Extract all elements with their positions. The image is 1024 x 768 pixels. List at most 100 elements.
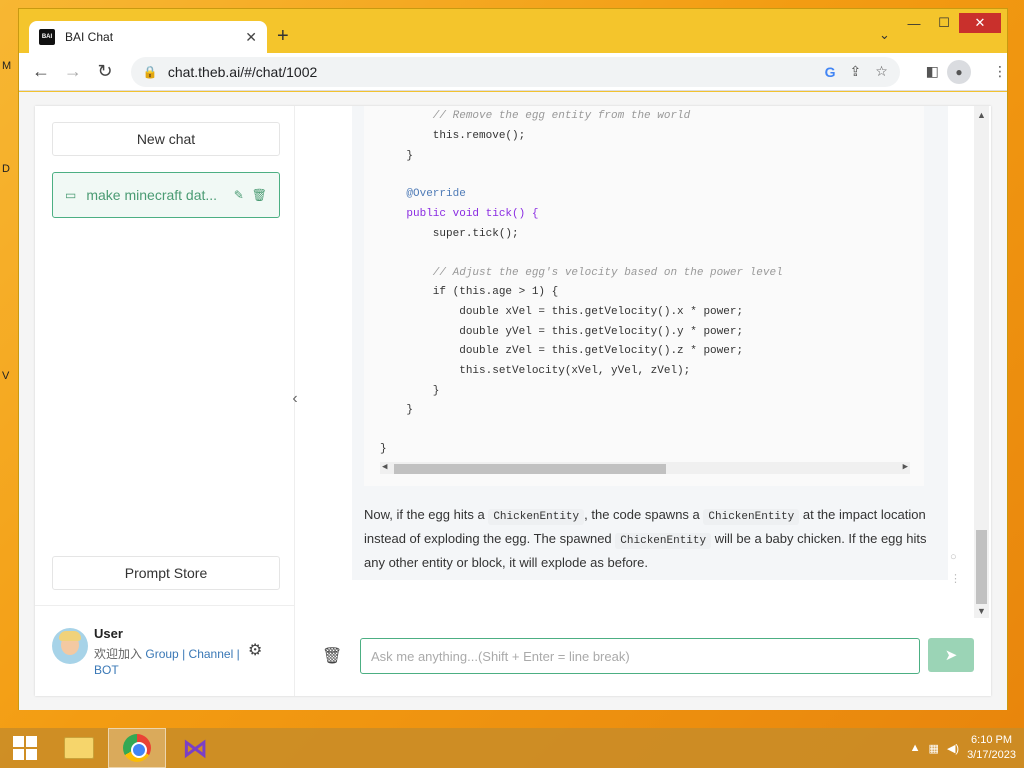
google-icon[interactable]: G <box>825 64 836 80</box>
delete-trash-icon[interactable]: 🗑 <box>252 188 267 202</box>
group-link[interactable]: Group <box>145 647 178 661</box>
browser-tab[interactable]: BAI BAI Chat ✕ <box>29 21 267 53</box>
edit-pencil-icon[interactable]: ✎ <box>234 188 244 202</box>
inline-code: ChickenEntity <box>703 509 800 525</box>
settings-gear-icon[interactable]: ⚙ <box>248 640 262 660</box>
message-actions: ○ ⋮ <box>950 546 961 590</box>
scroll-left-arrow-icon[interactable]: ◀ <box>382 462 387 472</box>
forward-arrow-icon[interactable]: → <box>57 56 89 88</box>
desktop-icon-label: D <box>2 163 10 175</box>
code-line: // Remove the egg entity from the world <box>380 110 691 122</box>
message-text: Now, if the egg hits a ChickenEntity, th… <box>364 507 927 570</box>
page-content: New chat ▭ make minecraft dat... ✎ 🗑 Pro… <box>19 92 1007 710</box>
scroll-right-arrow-icon[interactable]: ▶ <box>903 462 908 472</box>
network-icon[interactable]: ▦ <box>929 742 939 755</box>
chat-item-label: make minecraft dat... <box>86 187 218 203</box>
file-explorer-icon[interactable] <box>50 728 108 768</box>
more-options-icon[interactable]: ⋮ <box>950 568 961 590</box>
start-button[interactable] <box>0 728 50 768</box>
code-line: super.tick(); <box>380 228 519 240</box>
address-bar[interactable]: 🔒 chat.theb.ai/#/chat/1002 G ⇪ ☆ <box>130 56 900 87</box>
clock-time: 6:10 PM <box>971 734 1013 746</box>
profile-avatar-icon[interactable]: ● <box>947 59 971 84</box>
assistant-message: // Remove the egg entity from the world … <box>352 106 948 580</box>
close-window-button[interactable]: ✕ <box>959 13 1001 33</box>
share-icon[interactable]: ⇪ <box>849 63 861 80</box>
lock-icon[interactable]: 🔒 <box>143 65 158 79</box>
system-tray: ▲ ▦ ◀) 6:10 PM 3/17/2023 <box>910 728 1016 768</box>
chat-bubble-icon: ▭ <box>65 188 77 202</box>
volume-icon[interactable]: ◀) <box>947 742 959 755</box>
code-line: } <box>380 443 387 455</box>
tab-favicon-icon: BAI <box>39 29 55 45</box>
avatar[interactable] <box>52 628 88 664</box>
link-separator: | <box>182 647 186 661</box>
code-line: if (this.age > 1) { <box>380 286 559 298</box>
code-line: this.remove(); <box>380 130 526 142</box>
link-separator: | <box>236 647 240 661</box>
browser-toolbar: ← → ↻ 🔒 chat.theb.ai/#/chat/1002 G ⇪ ☆ ◧… <box>19 53 1007 91</box>
user-community-links: 欢迎加入 Group | Channel | BOT <box>94 646 244 678</box>
code-line: // Adjust the egg's velocity based on th… <box>380 267 783 279</box>
chat-list-item[interactable]: ▭ make minecraft dat... ✎ 🗑 <box>52 172 280 218</box>
code-line: this.setVelocity(xVel, yVel, zVel); <box>380 365 691 377</box>
prompt-store-button[interactable]: Prompt Store <box>52 556 280 590</box>
code-line: } <box>380 385 440 397</box>
visual-studio-icon[interactable]: ⋈ <box>166 728 224 768</box>
chrome-taskbar-icon[interactable] <box>108 728 166 768</box>
code-block: // Remove the egg entity from the world … <box>364 106 924 486</box>
taskbar: ⋈ ▲ ▦ ◀) 6:10 PM 3/17/2023 <box>0 728 1024 768</box>
clear-chat-trash-icon[interactable]: 🗑 <box>322 646 342 666</box>
welcome-text: 欢迎加入 <box>94 647 143 661</box>
minimize-button[interactable]: — <box>899 13 929 33</box>
clock-date: 3/17/2023 <box>967 749 1016 761</box>
scroll-down-arrow-icon[interactable]: ▼ <box>977 606 986 616</box>
channel-link[interactable]: Channel <box>189 647 234 661</box>
reload-icon[interactable]: ↻ <box>89 56 121 88</box>
maximize-button[interactable]: ☐ <box>929 13 959 33</box>
desktop-icon-label: V <box>2 370 10 382</box>
user-name: User <box>94 626 123 641</box>
horizontal-scrollbar[interactable]: ◀ ▶ <box>380 462 910 474</box>
new-chat-button[interactable]: New chat <box>52 122 280 156</box>
code-line: @Override <box>380 188 466 200</box>
clock[interactable]: 6:10 PM 3/17/2023 <box>967 733 1016 763</box>
browser-titlebar: BAI BAI Chat ✕ + ⌄ — ☐ ✕ <box>19 9 1007 53</box>
chat-main: // Remove the egg entity from the world … <box>296 106 991 696</box>
code-line: double xVel = this.getVelocity().x * pow… <box>380 306 744 318</box>
menu-kebab-icon[interactable]: ⋮ <box>993 63 1007 80</box>
user-panel: User 欢迎加入 Group | Channel | BOT ⚙ <box>52 618 280 678</box>
code-line: public void tick() { <box>380 208 539 220</box>
sidebar-divider <box>35 605 295 606</box>
new-tab-button[interactable]: + <box>277 25 289 48</box>
tab-search-chevron-icon[interactable]: ⌄ <box>879 27 890 43</box>
tab-title: BAI Chat <box>65 30 114 44</box>
copy-circle-icon[interactable]: ○ <box>950 546 961 568</box>
side-panel-icon[interactable]: ◧ <box>926 63 939 80</box>
message-input[interactable] <box>360 638 920 674</box>
chat-app: New chat ▭ make minecraft dat... ✎ 🗑 Pro… <box>35 106 991 696</box>
toolbar-actions: ◧ ● ⋮ <box>912 59 1007 84</box>
url-text[interactable]: chat.theb.ai/#/chat/1002 <box>168 64 811 80</box>
desktop-icon-label: M <box>2 60 12 72</box>
send-button[interactable]: ➤ <box>928 638 974 672</box>
back-arrow-icon[interactable]: ← <box>25 56 57 88</box>
inline-code: ChickenEntity <box>615 533 712 549</box>
code-line: } <box>380 404 414 416</box>
code-line: double zVel = this.getVelocity().z * pow… <box>380 345 744 357</box>
inline-code: ChickenEntity <box>488 509 585 525</box>
scrollbar-thumb[interactable] <box>394 464 666 474</box>
bookmark-star-icon[interactable]: ☆ <box>875 63 888 80</box>
tab-close-icon[interactable]: ✕ <box>245 29 257 46</box>
bot-link[interactable]: BOT <box>94 663 119 677</box>
tray-expand-icon[interactable]: ▲ <box>910 742 921 754</box>
vertical-scrollbar[interactable]: ▲ ▼ <box>974 106 989 618</box>
sidebar: New chat ▭ make minecraft dat... ✎ 🗑 Pro… <box>35 106 295 696</box>
window-controls: — ☐ ✕ <box>899 13 1001 33</box>
code-line: double yVel = this.getVelocity().y * pow… <box>380 326 744 338</box>
windows-logo-icon <box>13 736 37 760</box>
browser-window: BAI BAI Chat ✕ + ⌄ — ☐ ✕ ← → ↻ 🔒 chat.th… <box>18 8 1008 710</box>
scroll-up-arrow-icon[interactable]: ▲ <box>977 110 986 120</box>
scrollbar-thumb[interactable] <box>976 530 987 604</box>
code-line: } <box>380 150 414 162</box>
